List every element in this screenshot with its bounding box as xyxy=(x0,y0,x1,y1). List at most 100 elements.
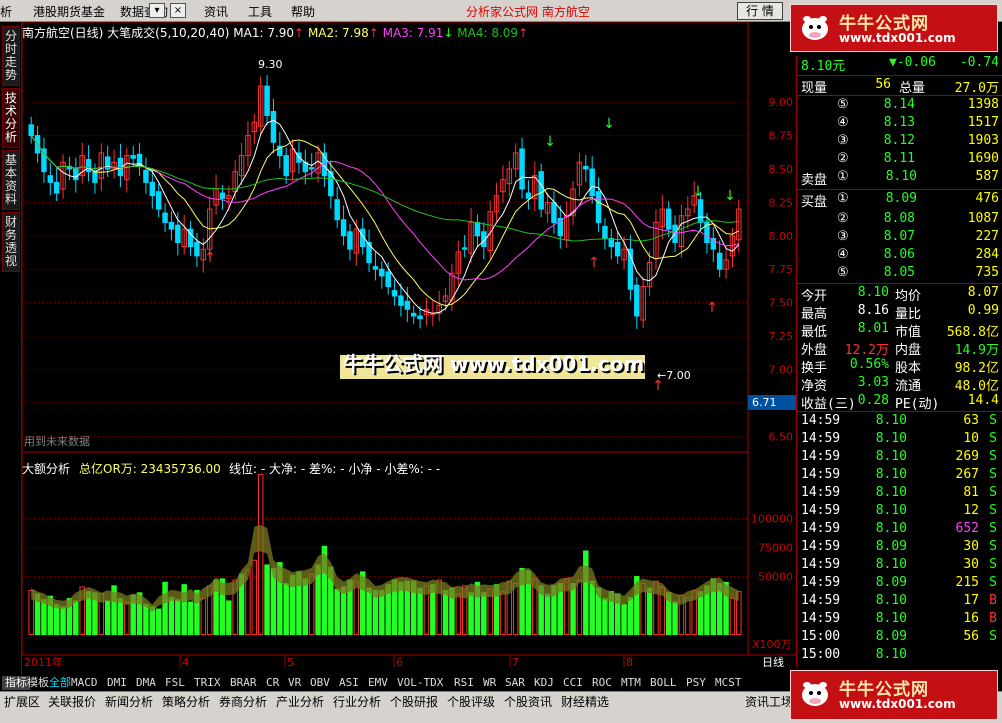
candle-body xyxy=(143,169,149,183)
sell-signal-icon: ↓ xyxy=(724,188,736,204)
tick-row: 14:59 8.09 215 S xyxy=(797,575,1002,593)
tick-row: 14:59 8.10 10 S xyxy=(797,431,1002,449)
candle-body xyxy=(716,252,723,270)
bottom-tab[interactable]: 产业分析 xyxy=(276,693,324,710)
indicator-tab[interactable]: OBV xyxy=(307,676,333,690)
tick-side: S xyxy=(989,575,997,590)
indicator-tab[interactable]: TRIX xyxy=(191,676,224,690)
candle-body xyxy=(41,148,47,173)
bottom-tab[interactable]: 券商分析 xyxy=(219,693,267,710)
volume-axis-label: 100000 xyxy=(751,512,793,525)
indicator-tab[interactable]: VOL-TDX xyxy=(394,676,446,690)
tick-price: 8.10 xyxy=(875,611,907,626)
indicator-tab[interactable]: FSL xyxy=(162,676,188,690)
status-text[interactable]: 资讯工场 xyxy=(745,693,793,710)
bid-price: 8.08 xyxy=(883,211,915,226)
tab-financial-view[interactable]: 财务透视 xyxy=(2,212,20,272)
volume-bar xyxy=(302,578,309,636)
main-chart-header: 南方航空(日线) 大笔成交(5,10,20,40) MA1: 7.90↑ MA2… xyxy=(22,26,529,40)
bottom-tab[interactable]: 策略分析 xyxy=(162,693,210,710)
stat-value: 568.8亿 xyxy=(946,325,999,340)
indicator-tab[interactable]: WR xyxy=(480,676,499,690)
candle-body xyxy=(53,181,60,194)
indicator-tab[interactable]: SAR xyxy=(502,676,528,690)
minimize-icon[interactable]: ▾ xyxy=(149,3,165,18)
indicator-tab[interactable]: MACD xyxy=(68,676,101,690)
tick-time: 15:00 xyxy=(801,629,841,644)
tick-volume: 30 xyxy=(963,557,979,572)
indicator-tab[interactable]: DMA xyxy=(133,676,159,690)
candle-body xyxy=(130,155,136,159)
bid-volume: 227 xyxy=(975,229,999,244)
menu-item-analysis[interactable]: 析 xyxy=(0,3,12,20)
quote-button[interactable]: 行 情 xyxy=(737,2,783,20)
tick-side: S xyxy=(989,521,997,536)
candle-body xyxy=(398,295,404,306)
indicator-tab[interactable]: ROC xyxy=(589,676,615,690)
candle-body xyxy=(219,192,226,199)
window-title: 分析家公式网 南方航空 xyxy=(466,5,590,19)
menu-item-hk-futures[interactable]: 港股期货基金 xyxy=(33,3,105,20)
tick-side: S xyxy=(989,539,997,554)
indicator-tab[interactable]: DMI xyxy=(104,676,130,690)
menu-item-tools[interactable]: 工具 xyxy=(248,3,272,20)
volume-bar xyxy=(481,592,487,636)
indicator-tab[interactable]: BRAR xyxy=(227,676,260,690)
volume-bar xyxy=(646,587,653,636)
indicator-tab[interactable]: CCI xyxy=(560,676,586,690)
stat-label: 股本 xyxy=(895,361,922,376)
bid-price: 8.05 xyxy=(883,265,915,280)
volume-bar xyxy=(379,589,385,636)
menu-item-help[interactable]: 帮助 xyxy=(291,3,315,20)
stock-chart[interactable]: 9.008.758.508.258.007.757.507.257.006.75… xyxy=(22,22,796,667)
bottom-tab[interactable]: 关联报价 xyxy=(48,693,96,710)
bottom-tab[interactable]: 个股研报 xyxy=(390,693,438,710)
indicator-tab[interactable]: VR xyxy=(285,676,304,690)
logo-site-text: www.tdx001.com xyxy=(839,697,956,711)
indicator-tab[interactable]: CR xyxy=(263,676,282,690)
bottom-tab[interactable]: 新闻分析 xyxy=(105,693,153,710)
volume-bar xyxy=(729,598,736,636)
close-icon[interactable]: × xyxy=(170,3,186,18)
bottom-tab[interactable]: 个股资讯 xyxy=(504,693,552,710)
candle-body xyxy=(379,268,385,277)
volume-bar xyxy=(544,593,551,636)
menu-item-news[interactable]: 资讯 xyxy=(204,3,228,20)
panel-separator xyxy=(797,411,1002,412)
tab-intraday[interactable]: 分时走势 xyxy=(2,26,20,86)
indicator-tab[interactable]: RSI xyxy=(451,676,477,690)
indicator-tab[interactable]: MCST xyxy=(712,676,745,690)
stat-value: 98.2亿 xyxy=(954,361,999,376)
bottom-tab[interactable]: 行业分析 xyxy=(333,693,381,710)
candle-body xyxy=(519,148,525,190)
tick-price: 8.10 xyxy=(875,521,907,536)
candle-body xyxy=(595,191,602,223)
bid-volume: 735 xyxy=(975,265,999,280)
indicator-tab[interactable]: ASI xyxy=(336,676,362,690)
bottom-tab[interactable]: 财经精选 xyxy=(561,693,609,710)
tick-time: 14:59 xyxy=(801,467,841,482)
stat-label: 均价 xyxy=(895,289,922,304)
buy-signal-icon: ↑ xyxy=(652,378,664,394)
chart-area[interactable]: 9.008.758.508.258.007.757.507.257.006.75… xyxy=(22,22,796,667)
tab-fundamentals[interactable]: 基本资料 xyxy=(2,150,20,210)
indicator-tab[interactable]: KDJ xyxy=(531,676,557,690)
tick-time: 14:59 xyxy=(801,431,841,446)
tab-technical-analysis[interactable]: 技术分析 xyxy=(2,88,20,148)
indicator-tab[interactable]: MTM xyxy=(618,676,644,690)
volume-bar xyxy=(41,599,47,636)
buy-signal-icon: ↑ xyxy=(706,300,718,316)
tick-side: B xyxy=(989,593,997,608)
now-volume-value: 56 xyxy=(875,77,891,92)
tick-volume: 267 xyxy=(955,467,979,482)
tick-price: 8.09 xyxy=(875,575,907,590)
candle-body xyxy=(665,208,672,230)
indicator-tab[interactable]: PSY xyxy=(683,676,709,690)
bottom-tab[interactable]: 个股评级 xyxy=(447,693,495,710)
indicator-tab[interactable]: BOLL xyxy=(647,676,680,690)
indicator-tab[interactable]: EMV xyxy=(365,676,391,690)
ma1-readout: MA1: 7.90 xyxy=(233,26,295,40)
stat-label: 外盘 xyxy=(801,343,828,358)
stat-label: 净资 xyxy=(801,379,828,394)
bottom-tab[interactable]: 扩展区 xyxy=(4,693,40,710)
